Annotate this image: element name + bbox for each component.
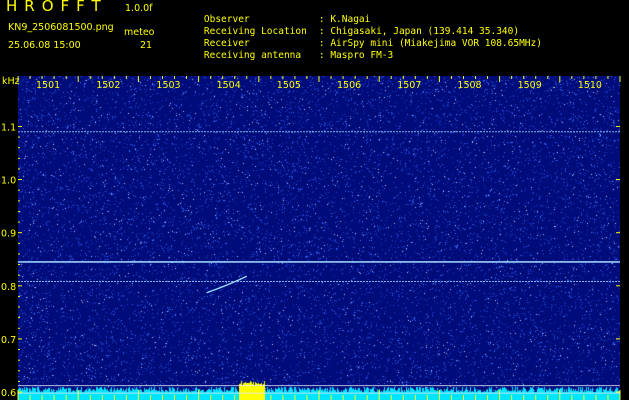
meta-antenna: Receiving antenna : Maspro FM-3 (181, 39, 393, 72)
meteo-count: 21 (140, 40, 153, 51)
meteo-label: meteo (124, 27, 155, 38)
hrofft-window: HROFFT 1.0.0f KN9_2506081500.png meteo 2… (0, 0, 629, 400)
app-title: HROFFT (6, 0, 108, 15)
file-name: KN9_2506081500.png (8, 22, 114, 33)
meta-antenna-value: : Maspro FM-3 (318, 50, 394, 61)
y-tick-label: 1.0 (1, 176, 16, 187)
timestamp: 25.06.08 15:00 (8, 40, 81, 51)
y-tick-label: 0.8 (1, 282, 16, 293)
y-tick-label: 0.7 (1, 335, 16, 346)
version-label: 1.0.0f (125, 3, 153, 14)
spectrogram-noise (18, 76, 620, 400)
y-axis-unit: kHz (2, 76, 20, 87)
y-tick-label: 0.9 (1, 229, 16, 240)
y-tick-label: 0.6 (1, 388, 16, 399)
spectrogram-panel (18, 76, 620, 400)
meta-antenna-label: Receiving antenna (203, 50, 302, 61)
y-tick-label: 1.1 (1, 122, 16, 133)
